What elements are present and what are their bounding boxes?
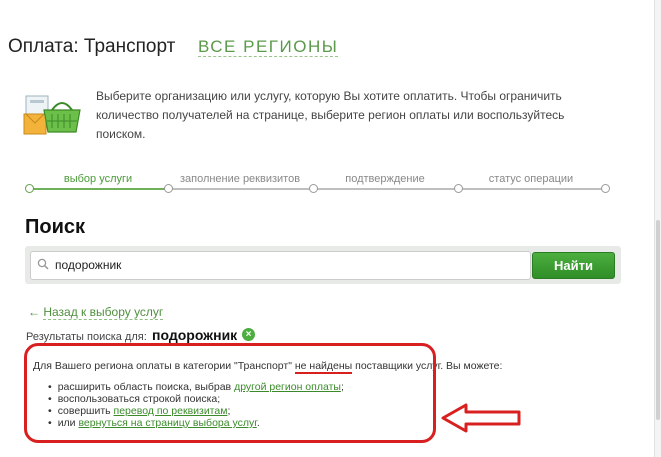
- search-heading: Поиск: [25, 216, 86, 238]
- results-query: подорожник: [152, 327, 238, 343]
- annotation-arrow-icon: [441, 403, 521, 433]
- steps-track-progress: [29, 188, 168, 190]
- back-to-services-link[interactable]: ← Назад к выбору услуг: [28, 305, 164, 320]
- step-label-confirm: подтверждение: [345, 173, 425, 185]
- annotation-highlight-box: [24, 343, 436, 443]
- results-label: Результаты поиска для:: [26, 331, 147, 343]
- scrollbar-thumb[interactable]: [656, 220, 660, 420]
- step-dot-1: [25, 184, 34, 193]
- search-button[interactable]: Найти: [532, 252, 615, 279]
- back-link-label[interactable]: Назад к выбору услуг: [43, 305, 164, 320]
- shopping-basket-icon: [23, 95, 81, 135]
- step-dot-end: [601, 184, 610, 193]
- page-title: Оплата: Транспорт: [8, 36, 176, 57]
- clear-search-icon[interactable]: ×: [242, 328, 255, 341]
- search-icon: [37, 258, 49, 270]
- back-arrow-icon: ←: [28, 305, 40, 319]
- step-dot-3: [309, 184, 318, 193]
- step-dot-4: [454, 184, 463, 193]
- intro-text: Выберите организацию или услугу, которую…: [96, 89, 565, 141]
- search-input[interactable]: [55, 256, 515, 274]
- step-dot-2: [164, 184, 173, 193]
- step-label-details: заполнение реквизитов: [179, 173, 301, 185]
- all-regions-link[interactable]: ВСЕ РЕГИОНЫ: [198, 38, 339, 57]
- step-label-status: статус операции: [488, 173, 574, 185]
- step-label-service: выбор услуги: [63, 173, 133, 185]
